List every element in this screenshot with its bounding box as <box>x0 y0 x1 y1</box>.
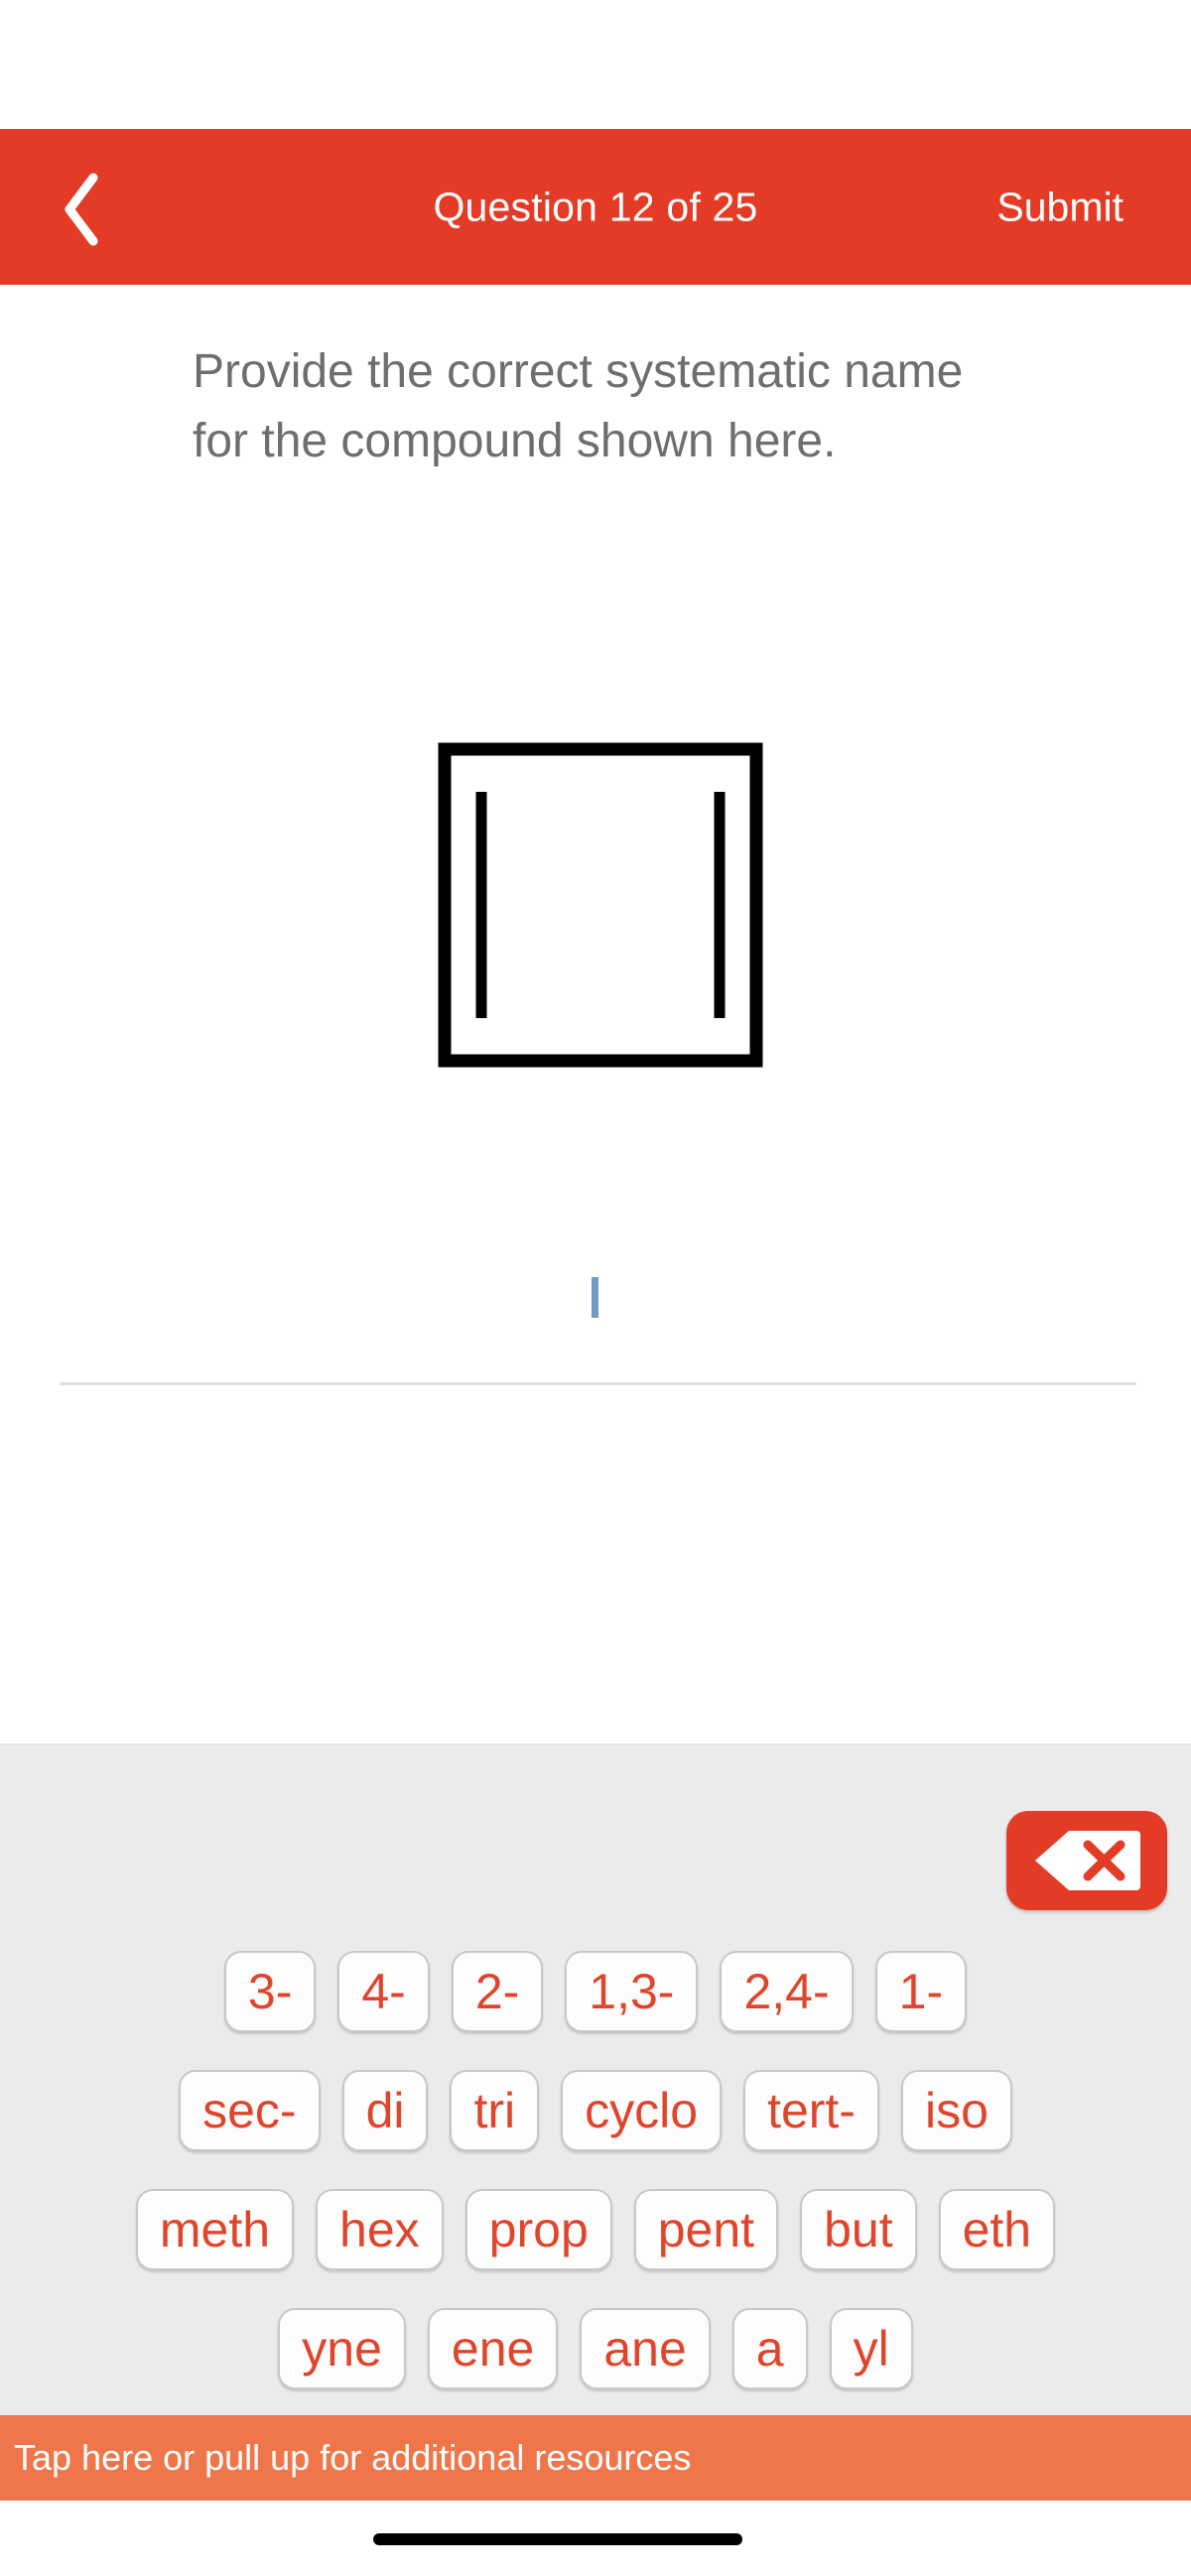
key-prop[interactable]: prop <box>464 2189 612 2270</box>
keyboard-row-4: yne ene ane a yl <box>0 2289 1191 2408</box>
keyboard-row-1: 3- 4- 2- 1,3- 2,4- 1- <box>0 1932 1191 2051</box>
key-di[interactable]: di <box>341 2070 429 2151</box>
key-meth[interactable]: meth <box>135 2189 295 2270</box>
key-2-4-dash[interactable]: 2,4- <box>720 1951 854 2032</box>
keyboard-rows: 3- 4- 2- 1,3- 2,4- 1- sec- di tri cyclo … <box>0 1932 1191 2408</box>
key-1-3-dash[interactable]: 1,3- <box>565 1951 699 2032</box>
key-1-dash[interactable]: 1- <box>874 1951 968 2032</box>
keyboard-row-3: meth hex prop pent but eth <box>0 2170 1191 2289</box>
submit-button[interactable]: Submit <box>996 184 1124 230</box>
app-screen: Question 12 of 25 Submit Provide the cor… <box>0 0 1191 2576</box>
chemistry-keyboard: 3- 4- 2- 1,3- 2,4- 1- sec- di tri cyclo … <box>0 1743 1191 2415</box>
key-sec[interactable]: sec- <box>179 2070 321 2151</box>
key-3-dash[interactable]: 3- <box>223 1951 317 2032</box>
key-yl[interactable]: yl <box>829 2308 913 2389</box>
key-yne[interactable]: yne <box>278 2308 406 2389</box>
additional-resources-bar[interactable]: Tap here or pull up for additional resou… <box>0 2415 1191 2501</box>
key-ene[interactable]: ene <box>427 2308 559 2389</box>
key-tri[interactable]: tri <box>450 2070 540 2151</box>
key-2-dash[interactable]: 2- <box>451 1951 544 2032</box>
text-caret <box>592 1277 598 1318</box>
key-ane[interactable]: ane <box>580 2308 711 2389</box>
status-bar-spacer <box>0 0 1191 129</box>
backspace-button[interactable] <box>1006 1811 1167 1910</box>
key-tert[interactable]: tert- <box>743 2070 879 2151</box>
question-prompt: Provide the correct systematic name for … <box>193 345 964 467</box>
key-but[interactable]: but <box>800 2189 917 2270</box>
additional-resources-label: Tap here or pull up for additional resou… <box>14 2437 692 2478</box>
key-iso[interactable]: iso <box>900 2070 1012 2151</box>
cyclobutadiene-skeletal-structure <box>427 729 774 1077</box>
key-eth[interactable]: eth <box>938 2189 1056 2270</box>
key-pent[interactable]: pent <box>633 2189 779 2270</box>
key-a[interactable]: a <box>731 2308 808 2389</box>
key-cyclo[interactable]: cyclo <box>561 2070 723 2151</box>
answer-underline-divider <box>60 1382 1136 1385</box>
keyboard-row-2: sec- di tri cyclo tert- iso <box>0 2051 1191 2170</box>
backspace-delete-icon <box>1033 1829 1140 1892</box>
home-indicator[interactable] <box>373 2533 742 2545</box>
key-hex[interactable]: hex <box>316 2189 444 2270</box>
key-4-dash[interactable]: 4- <box>337 1951 430 2032</box>
navigation-bar: Question 12 of 25 Submit <box>0 129 1191 285</box>
